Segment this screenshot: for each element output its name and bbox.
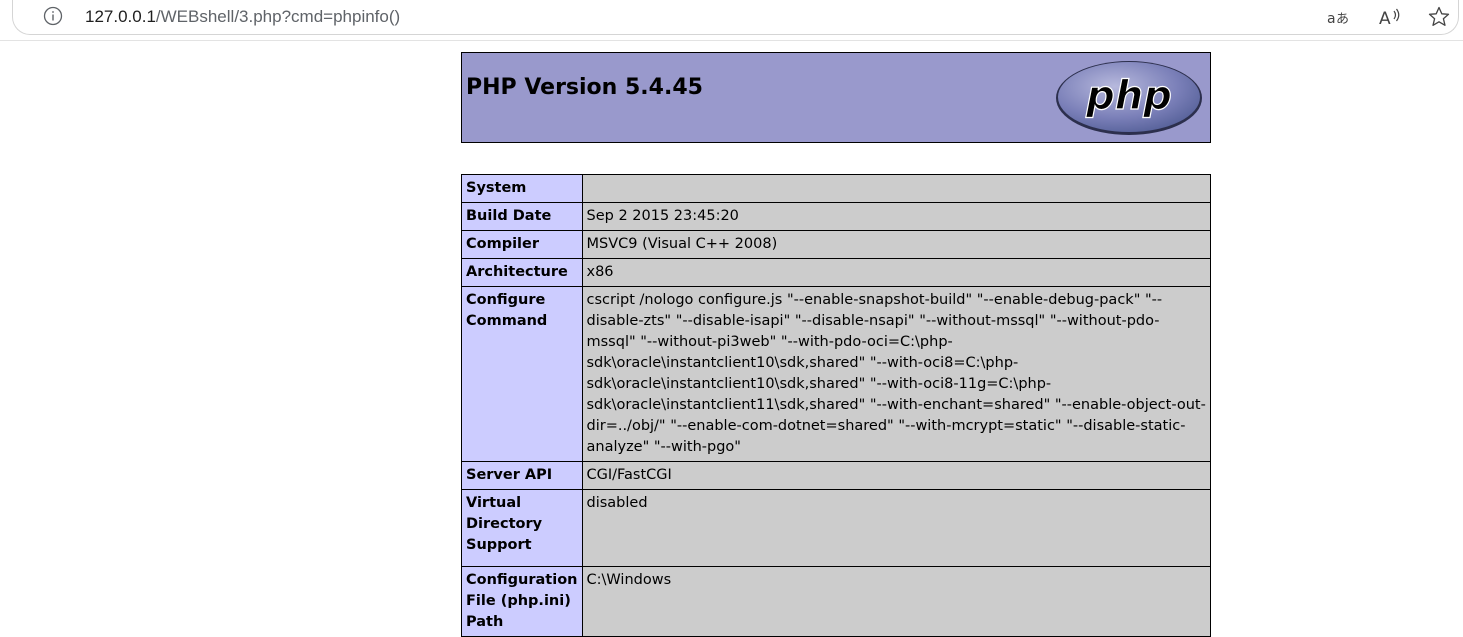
table-row: Build Date Sep 2 2015 23:45:20 (461, 202, 1211, 231)
table-row: Server API CGI/FastCGI (461, 461, 1211, 490)
read-aloud-icon[interactable]: A (1377, 5, 1401, 29)
url-path: /WEBshell/3.php?cmd=phpinfo() (155, 7, 401, 26)
url-text[interactable]: 127.0.0.1/WEBshell/3.php?cmd=phpinfo() (85, 6, 400, 28)
row-value: x86 (581, 258, 1211, 287)
table-row: Compiler MSVC9 (Visual C++ 2008) (461, 230, 1211, 259)
url-host: 127.0.0.1 (85, 7, 156, 26)
row-label: Build Date (461, 202, 583, 231)
row-value: disabled (581, 489, 1211, 567)
row-value (581, 174, 1211, 203)
row-label: Server API (461, 461, 583, 490)
row-value: C:\Windows (581, 566, 1211, 637)
row-value: MSVC9 (Visual C++ 2008) (581, 230, 1211, 259)
svg-text:A: A (1379, 9, 1391, 29)
php-info-table: System Build Date Sep 2 2015 23:45:20 Co… (461, 174, 1211, 637)
table-row: System (461, 174, 1211, 203)
address-bar[interactable]: 127.0.0.1/WEBshell/3.php?cmd=phpinfo() (12, 0, 1459, 35)
browser-toolbar: 127.0.0.1/WEBshell/3.php?cmd=phpinfo() a… (0, 0, 1463, 41)
read-aloud-translate-icon[interactable]: a あ (1326, 5, 1350, 29)
row-label: Virtual Directory Support (461, 489, 583, 567)
svg-text:a: a (1327, 11, 1336, 27)
php-header: PHP Version 5.4.45 php (461, 52, 1211, 143)
favorite-star-icon[interactable] (1427, 5, 1451, 29)
table-row: Configuration File (php.ini) Path C:\Win… (461, 566, 1211, 637)
row-value: CGI/FastCGI (581, 461, 1211, 490)
row-value: cscript /nologo configure.js "--enable-s… (581, 286, 1211, 462)
row-label: Architecture (461, 258, 583, 287)
row-label: Compiler (461, 230, 583, 259)
php-logo-text: php (1085, 73, 1172, 119)
table-row: Virtual Directory Support disabled (461, 489, 1211, 567)
row-label: Configure Command (461, 286, 583, 462)
table-row: Architecture x86 (461, 258, 1211, 287)
row-label: System (461, 174, 583, 203)
row-value: Sep 2 2015 23:45:20 (581, 202, 1211, 231)
page-title: PHP Version 5.4.45 (466, 75, 703, 100)
php-logo[interactable]: php (1054, 59, 1204, 137)
info-icon[interactable] (43, 6, 63, 26)
row-label: Configuration File (php.ini) Path (461, 566, 583, 637)
svg-text:あ: あ (1336, 12, 1349, 27)
table-row: Configure Command cscript /nologo config… (461, 286, 1211, 462)
